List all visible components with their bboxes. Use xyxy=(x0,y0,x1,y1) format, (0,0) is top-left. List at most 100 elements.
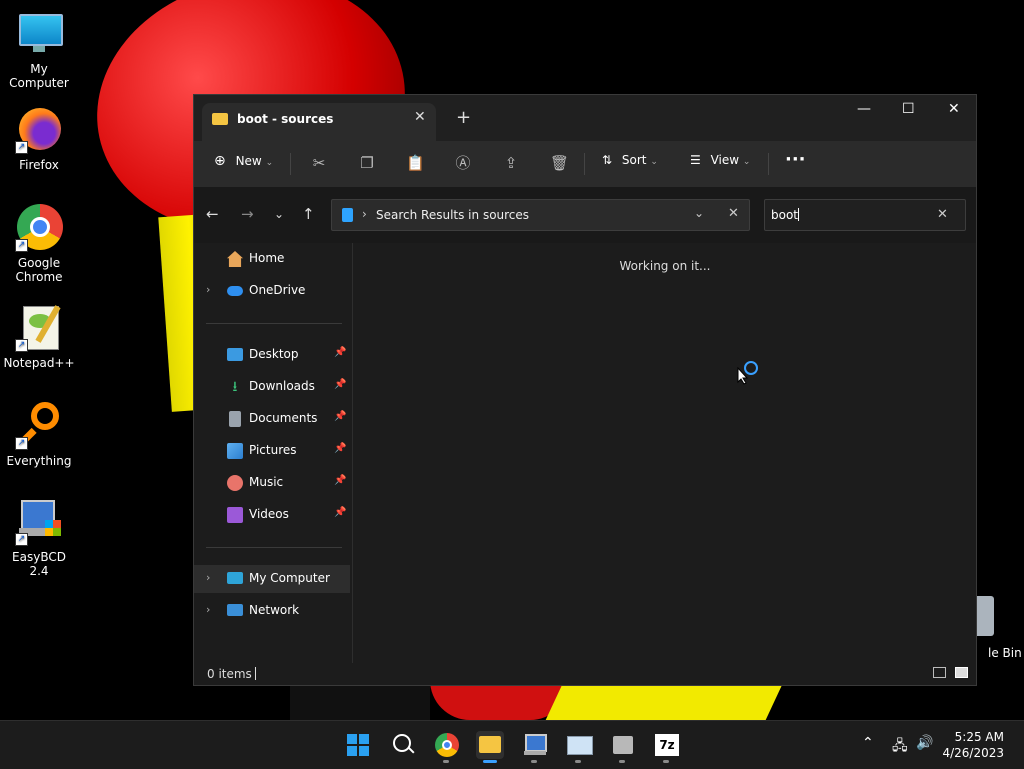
nav-item-label: Home xyxy=(249,251,285,265)
desktop-icon-chrome[interactable]: ↗ Google Chrome xyxy=(1,204,77,284)
sort-button[interactable]: ⇅ Sort ⌄ xyxy=(602,153,658,167)
nav-item-network[interactable]: › Network xyxy=(194,597,350,625)
new-label: New xyxy=(235,154,262,168)
nav-item-my-computer[interactable]: › My Computer xyxy=(194,565,350,593)
clock[interactable]: 5:25 AM 4/26/2023 xyxy=(942,729,1004,761)
recent-locations-icon[interactable]: ⌄ xyxy=(274,207,284,221)
desktop-folder-icon xyxy=(227,348,243,361)
plus-circle-icon: ⊕ xyxy=(214,153,226,169)
home-icon xyxy=(227,251,243,267)
monitor-icon xyxy=(15,10,63,58)
pin-icon: 📌 xyxy=(334,411,347,422)
network-icon xyxy=(227,604,243,616)
minimize-button[interactable]: — xyxy=(857,101,871,117)
nav-item-downloads[interactable]: ⭳ Downloads 📌 xyxy=(194,373,350,401)
shortcut-arrow-icon: ↗ xyxy=(15,239,28,252)
shortcut-arrow-icon: ↗ xyxy=(15,141,28,154)
nav-item-home[interactable]: Home xyxy=(194,245,350,273)
chrome-icon: ↗ xyxy=(15,204,63,252)
desktop-icon-my-computer[interactable]: My Computer xyxy=(1,10,77,90)
package-icon xyxy=(613,736,633,754)
address-dropdown-icon[interactable]: ⌄ xyxy=(694,206,704,220)
nav-item-label: My Computer xyxy=(249,571,330,585)
delete-icon[interactable]: 🗑 xyxy=(550,154,569,172)
back-arrow-icon[interactable]: ← xyxy=(206,205,219,223)
cut-icon[interactable]: ✂ xyxy=(310,154,328,172)
taskbar-resource-monitor[interactable] xyxy=(565,731,593,763)
new-button[interactable]: ⊕ New ⌄ xyxy=(214,153,273,169)
view-button[interactable]: ☰ View ⌄ xyxy=(690,153,750,167)
file-list-area[interactable]: Working on it... xyxy=(354,243,976,663)
firefox-icon: ↗ xyxy=(15,106,63,154)
see-more-button[interactable]: ··· xyxy=(785,149,806,170)
desktop-icon-label: Google Chrome xyxy=(15,256,63,284)
address-bar[interactable]: › Search Results in sources ⌄ ✕ xyxy=(331,199,750,231)
nav-item-music[interactable]: Music 📌 xyxy=(194,469,350,497)
search-button[interactable] xyxy=(389,731,417,759)
desktop-icon-notepad-plus-plus[interactable]: ↗ Notepad++ xyxy=(1,304,77,370)
desktop-icon-firefox[interactable]: ↗ Firefox xyxy=(1,106,77,172)
taskbar-file-explorer[interactable] xyxy=(476,731,504,763)
tiles-view-icon[interactable] xyxy=(955,667,968,678)
nav-item-documents[interactable]: Documents 📌 xyxy=(194,405,350,433)
nav-item-onedrive[interactable]: › OneDrive xyxy=(194,277,350,305)
tab-boot-sources[interactable]: boot - sources ✕ xyxy=(202,103,436,141)
paste-icon[interactable]: 📋 xyxy=(406,154,425,172)
nav-item-label: Desktop xyxy=(249,347,299,361)
details-view-icon[interactable] xyxy=(933,667,946,678)
sort-label: Sort xyxy=(621,153,647,167)
network-icon[interactable]: 🖧 xyxy=(892,735,908,759)
divider xyxy=(290,153,291,175)
maximize-button[interactable]: ☐ xyxy=(902,101,915,117)
taskbar-app-installer[interactable] xyxy=(609,731,637,763)
close-tab-icon[interactable]: ✕ xyxy=(414,109,426,125)
search-input[interactable]: boot ✕ xyxy=(764,199,966,231)
desktop-icon-easybcd[interactable]: ↗ EasyBCD 2.4 xyxy=(1,498,77,578)
start-button[interactable] xyxy=(344,731,372,759)
wallpaper-yellow-bottom xyxy=(545,680,785,720)
new-tab-button[interactable]: + xyxy=(456,107,471,128)
show-hidden-icons-chevron-icon[interactable]: ⌃ xyxy=(862,735,874,751)
search-results-icon xyxy=(342,208,353,222)
clock-date: 4/26/2023 xyxy=(942,746,1004,760)
taskbar-7zip[interactable]: 7z xyxy=(653,731,681,763)
desktop-icon-label: Notepad++ xyxy=(3,356,75,370)
rename-icon[interactable]: Ⓐ xyxy=(454,154,472,172)
taskbar-chrome[interactable] xyxy=(433,731,461,763)
nav-item-label: Network xyxy=(249,603,300,617)
expand-chevron-icon[interactable]: › xyxy=(206,283,210,296)
share-icon[interactable]: ⇪ xyxy=(502,154,520,172)
view-label: View xyxy=(710,153,740,167)
folder-icon xyxy=(479,736,501,753)
forward-arrow-icon[interactable]: → xyxy=(241,205,254,223)
nav-item-desktop[interactable]: Desktop 📌 xyxy=(194,341,350,369)
download-icon: ⭳ xyxy=(232,379,238,395)
active-indicator xyxy=(483,760,497,763)
volume-icon[interactable]: 🔊 xyxy=(916,735,933,751)
taskbar: 7z ⌃ 🖧 🔊 5:25 AM 4/26/2023 xyxy=(0,720,1024,769)
taskbar-easybcd[interactable] xyxy=(521,731,549,763)
shortcut-arrow-icon: ↗ xyxy=(15,533,28,546)
videos-icon xyxy=(227,507,243,523)
close-button[interactable]: ✕ xyxy=(948,101,960,117)
sort-icon: ⇅ xyxy=(602,153,613,167)
expand-chevron-icon[interactable]: › xyxy=(206,571,210,584)
monitor-chart-icon xyxy=(567,736,593,755)
nav-item-pictures[interactable]: Pictures 📌 xyxy=(194,437,350,465)
windows-logo-icon xyxy=(347,734,369,756)
desktop-icon-everything[interactable]: ↗ Everything xyxy=(1,402,77,468)
divider xyxy=(206,547,342,548)
up-arrow-icon[interactable]: ↑ xyxy=(302,205,315,223)
clear-search-icon[interactable]: ✕ xyxy=(937,207,948,222)
7zip-icon: 7z xyxy=(655,734,679,756)
cloud-icon xyxy=(227,286,243,296)
folder-icon xyxy=(212,113,228,125)
nav-item-videos[interactable]: Videos 📌 xyxy=(194,501,350,529)
title-bar[interactable]: boot - sources ✕ + — ☐ ✕ xyxy=(194,95,976,141)
chevron-right-icon: › xyxy=(362,207,367,221)
copy-icon[interactable]: ❐ xyxy=(358,154,376,172)
items-count: 0 items xyxy=(207,667,252,681)
expand-chevron-icon[interactable]: › xyxy=(206,603,210,616)
tab-title: boot - sources xyxy=(237,112,334,126)
clear-address-icon[interactable]: ✕ xyxy=(728,206,739,221)
